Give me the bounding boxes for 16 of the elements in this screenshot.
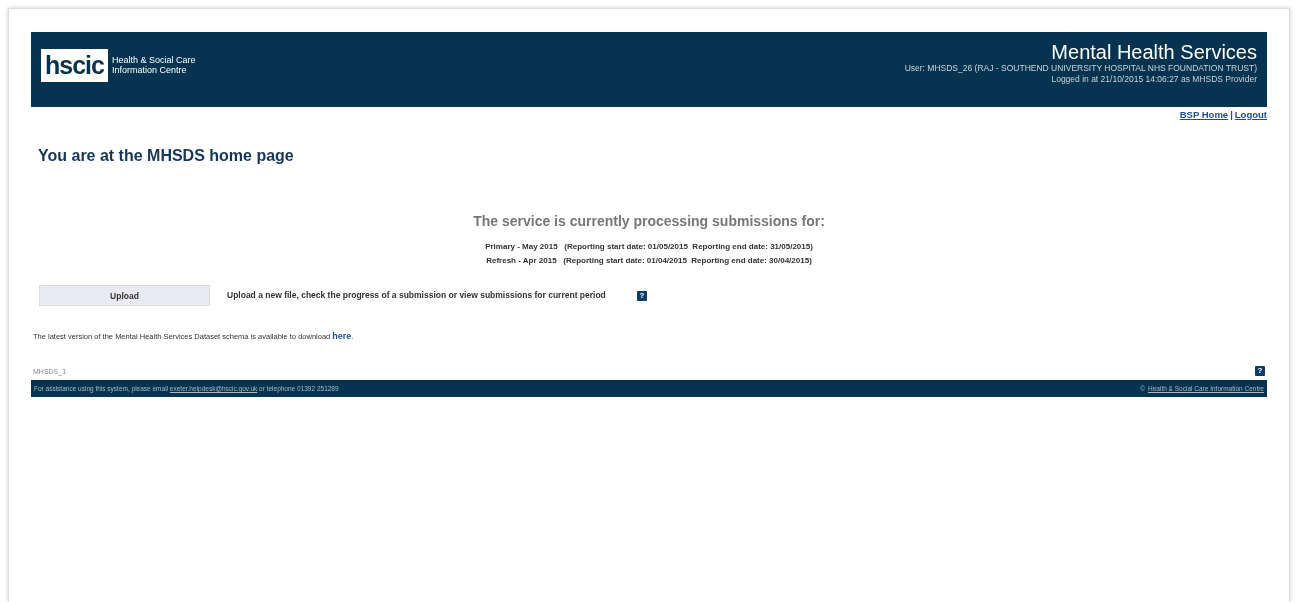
logo-mark: hscic [41,48,108,82]
logo-text: Health & Social Care Information Centre [111,55,196,75]
login-info: Logged in at 21/10/2015 14:06:27 as MHSDS Provider [1050,74,1257,85]
period-line: Refresh - Apr 2015 (Reporting start date: 01/04/2015 Reporting end date: 30/04/2015) [485,255,813,267]
action-description: Upload a new file, check the progress of a submission or view submissions for current period [227,290,607,301]
help-icon[interactable]: ? [637,290,647,301]
user-info: User: MHSDS_26 (RAJ - SOUTHEND UNIVERSITY HOSPITAL NHS FOUNDATION TRUST) [904,63,1257,74]
period-line: Primary - May 2015 (Reporting start date: 01/05/2015 Reporting end date: 31/05/2015) [484,241,814,253]
page-heading: You are at the MHSDS home page [38,147,295,165]
separator: | [1230,109,1233,120]
nav-link[interactable]: BSP Home [1179,109,1229,120]
help-icon[interactable]: ? [1255,366,1265,376]
nav-link[interactable]: Logout [1234,109,1267,120]
app-title: Mental Health Services [1050,41,1257,63]
processing-heading: The service is currently processing submissions for: [472,213,826,229]
upload-button[interactable]: Upload [39,285,210,306]
